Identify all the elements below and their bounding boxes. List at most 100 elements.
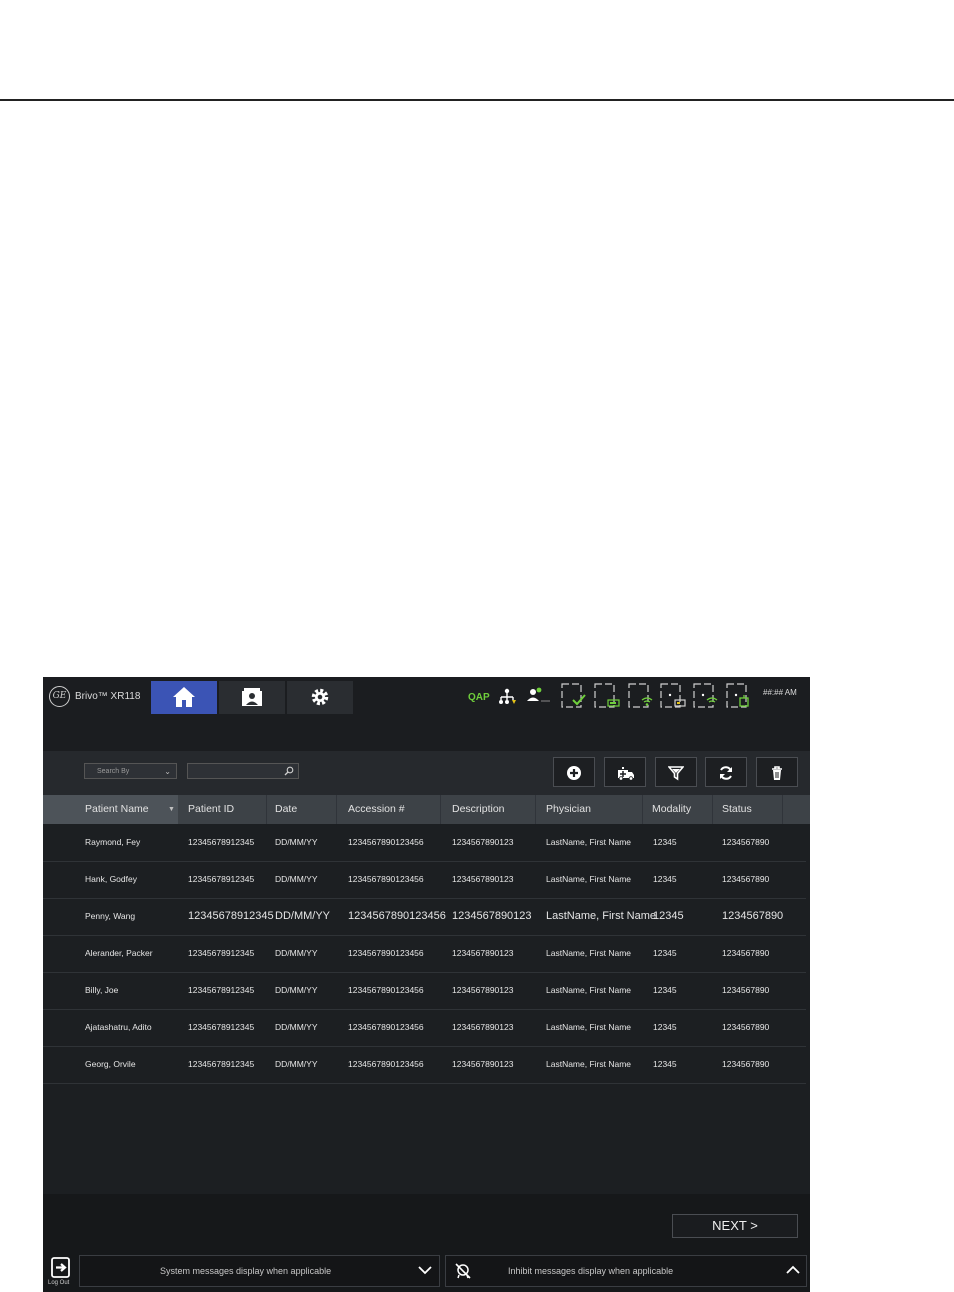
top-bar: GE Brivo™ XR118 QAP ##:## AM: [43, 677, 810, 751]
inhibit-icon: [455, 1263, 471, 1279]
table-row[interactable]: Penny, Wang 12345678912345 DD/MM/YY 1234…: [43, 898, 806, 936]
cell-physician: LastName, First Name: [546, 837, 632, 847]
cell-status: 1234567890: [722, 1059, 770, 1069]
cell-patient-name: Hank, Godfey: [85, 874, 137, 884]
cell-description: 1234567890123: [452, 985, 514, 995]
cell-status: 1234567890: [722, 985, 770, 995]
cell-date: DD/MM/YY: [275, 985, 318, 995]
search-by-label: Search By: [97, 768, 130, 775]
cell-modality: 12345: [653, 1059, 677, 1069]
cell-description: 1234567890123: [452, 1022, 514, 1032]
column-header-physician[interactable]: Physician: [546, 795, 591, 824]
ge-logo: GE: [49, 686, 70, 707]
cell-physician: LastName, First Name: [546, 1022, 632, 1032]
column-header-status[interactable]: Status: [722, 795, 752, 824]
cell-status: 1234567890: [722, 837, 770, 847]
cell-description: 1234567890123: [452, 837, 514, 847]
logout-icon: [51, 1257, 70, 1278]
column-divider: [782, 795, 783, 824]
table-row[interactable]: Billy, Joe 12345678912345 DD/MM/YY 12345…: [43, 972, 806, 1010]
cell-physician: LastName, First Name: [546, 910, 657, 922]
next-button[interactable]: NEXT >: [672, 1214, 798, 1238]
logout-button[interactable]: Log Out: [46, 1255, 76, 1289]
column-header-description[interactable]: Description: [452, 795, 505, 824]
cell-date: DD/MM/YY: [275, 910, 330, 922]
cell-patient-id: 12345678912345: [188, 1059, 255, 1069]
user-connected-icon: [527, 687, 550, 702]
inhibit-messages-bar[interactable]: Inhibit messages display when applicable: [445, 1255, 807, 1287]
search-input[interactable]: [187, 763, 299, 779]
worklist-table-body: Raymond, Fey 12345678912345 DD/MM/YY 123…: [43, 824, 810, 1194]
search-by-dropdown[interactable]: Search By ⌄: [84, 763, 177, 779]
cell-patient-id: 12345678912345: [188, 837, 255, 847]
cell-patient-name: Billy, Joe: [85, 985, 119, 995]
cell-modality: 12345: [653, 910, 684, 922]
cell-status: 1234567890: [722, 1022, 770, 1032]
table-row[interactable]: Hank, Godfey 12345678912345 DD/MM/YY 123…: [43, 861, 806, 899]
column-divider: [535, 795, 536, 824]
cell-patient-name: Georg, Orvile: [85, 1059, 136, 1069]
filter-button[interactable]: [655, 757, 697, 787]
logout-label: Log Out: [48, 1280, 70, 1286]
table-row[interactable]: Ajatashatru, Adito 12345678912345 DD/MM/…: [43, 1009, 806, 1047]
cell-status: 1234567890: [722, 874, 770, 884]
cell-modality: 12345: [653, 985, 677, 995]
cell-date: DD/MM/YY: [275, 874, 318, 884]
cell-date: DD/MM/YY: [275, 1022, 318, 1032]
add-patient-button[interactable]: [553, 757, 595, 787]
chevron-up-icon: [786, 1265, 800, 1274]
ambulance-icon: [618, 767, 634, 781]
column-divider: [712, 795, 713, 824]
cell-accession: 1234567890123456: [348, 1022, 424, 1032]
column-divider: [440, 795, 441, 824]
emergency-patient-button[interactable]: [604, 757, 646, 787]
patient-card-icon: [242, 688, 262, 706]
gear-icon: [311, 688, 329, 706]
inhibit-messages-text: Inhibit messages display when applicable: [508, 1266, 674, 1276]
home-icon: [173, 687, 195, 707]
sort-descending-icon: ▼: [168, 806, 175, 813]
cell-description: 1234567890123: [452, 910, 532, 922]
search-icon: [284, 766, 294, 776]
column-header-patient-id[interactable]: Patient ID: [188, 795, 234, 824]
column-header-modality[interactable]: Modality: [652, 795, 691, 824]
system-messages-bar[interactable]: System messages display when applicable: [79, 1255, 440, 1287]
refresh-icon: [720, 766, 732, 780]
filter-icon: [668, 766, 684, 781]
network-icon: [499, 688, 516, 704]
column-header-accession[interactable]: Accession #: [348, 795, 405, 824]
detector-battery-icon: [594, 683, 620, 708]
detector-wireless-icon: [628, 683, 653, 708]
table-row[interactable]: Georg, Orvile 12345678912345 DD/MM/YY 12…: [43, 1046, 806, 1084]
column-header-date[interactable]: Date: [275, 795, 297, 824]
cell-patient-id: 12345678912345: [188, 874, 255, 884]
column-divider: [642, 795, 643, 824]
cell-date: DD/MM/YY: [275, 837, 318, 847]
cell-accession: 1234567890123456: [348, 837, 424, 847]
cell-physician: LastName, First Name: [546, 874, 632, 884]
tab-settings[interactable]: [287, 681, 353, 714]
trash-icon: [772, 766, 782, 780]
system-messages-text: System messages display when applicable: [160, 1266, 332, 1276]
tab-home[interactable]: [151, 681, 217, 714]
cell-patient-id: 12345678912345: [188, 1022, 255, 1032]
refresh-button[interactable]: [705, 757, 747, 787]
table-row[interactable]: Alerander, Packer 12345678912345 DD/MM/Y…: [43, 935, 806, 973]
cell-date: DD/MM/YY: [275, 948, 318, 958]
footer-area: NEXT > Log Out System messages display w…: [43, 1194, 810, 1292]
worklist-screen: GE Brivo™ XR118 QAP ##:## AM Search By ⌄…: [43, 677, 810, 1292]
delete-button[interactable]: [756, 757, 798, 787]
cell-patient-id: 12345678912345: [188, 910, 274, 922]
column-header-patient-name[interactable]: Patient Name ▼: [43, 795, 178, 824]
clock: ##:## AM: [763, 688, 797, 697]
cell-patient-id: 12345678912345: [188, 985, 255, 995]
chevron-down-icon: ⌄: [164, 767, 171, 776]
add-icon: [567, 766, 581, 780]
cell-date: DD/MM/YY: [275, 1059, 318, 1069]
cell-modality: 12345: [653, 1022, 677, 1032]
column-divider: [336, 795, 337, 824]
table-row[interactable]: Raymond, Fey 12345678912345 DD/MM/YY 123…: [43, 824, 806, 862]
tab-patient-worklist[interactable]: [219, 681, 285, 714]
cell-physician: LastName, First Name: [546, 948, 632, 958]
cell-accession: 1234567890123456: [348, 910, 446, 922]
